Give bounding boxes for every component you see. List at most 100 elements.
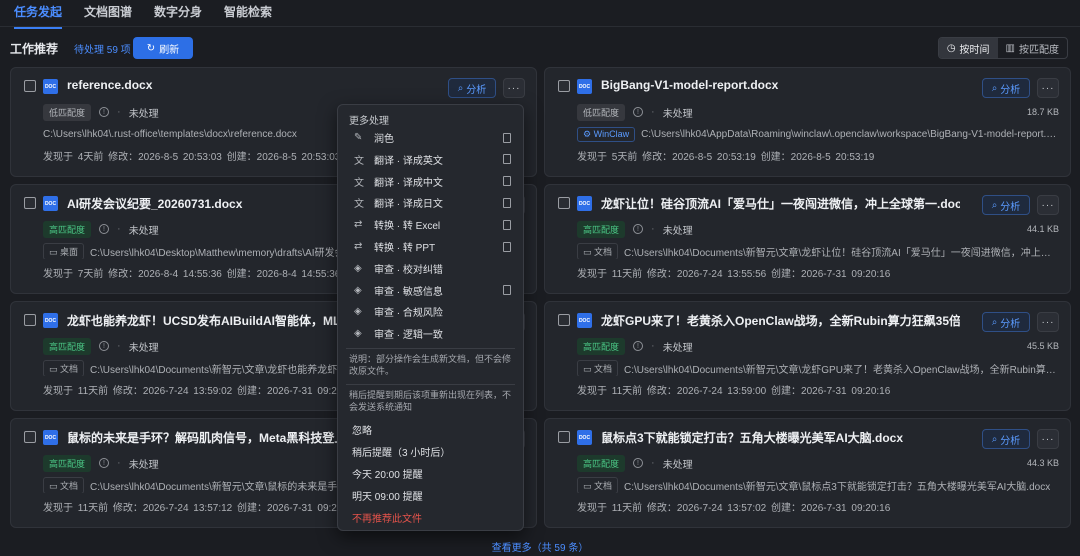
separator-dot: ·	[651, 340, 655, 352]
menu-item[interactable]: ◈ 审查 · 合规风险	[338, 301, 523, 322]
menu-divider	[346, 348, 515, 349]
menu-item-label: 审查 · 敏感信息	[374, 286, 443, 298]
tab-smart-search[interactable]: 智能检索	[224, 0, 272, 28]
docx-file-icon: DOC	[43, 79, 58, 94]
file-title[interactable]: 鼠标点3下就能锁定打击？五角大楼曝光美军AI大脑.docx	[601, 429, 960, 446]
status-text: 未处理	[662, 459, 693, 471]
refresh-button[interactable]: ↻ 刷新	[133, 37, 193, 59]
select-checkbox[interactable]	[558, 431, 570, 443]
sort-by-match-label: 按匹配度	[1019, 44, 1059, 56]
separator-dot: ·	[651, 106, 655, 118]
info-icon[interactable]: !	[633, 224, 644, 234]
file-meta: 发现于 11天前 修改：2026-7-24 13:59:00 创建：2026-7…	[577, 386, 891, 397]
file-path: C:\Users\lhk04\AppData\Roaming\winclaw\.…	[641, 128, 1059, 140]
new-document-icon	[503, 154, 511, 165]
match-badge: 高匹配度	[43, 454, 92, 472]
menu-item-label: 润色	[374, 134, 394, 145]
sort-by-time-button[interactable]: ◷ 按时间	[938, 38, 998, 58]
file-card[interactable]: DOC BigBang-V1-model-report.docx ⌕ 分析 ··· 低匹配…	[544, 67, 1071, 177]
select-checkbox[interactable]	[558, 197, 570, 209]
new-document-icon	[503, 219, 511, 230]
select-checkbox[interactable]	[24, 197, 36, 209]
analyze-label: 分析	[466, 84, 487, 96]
menu-remind-tomorrow[interactable]: 明天 09:00 提醒	[352, 488, 423, 503]
menu-remind-later[interactable]: 稍后提醒（3 小时后）	[352, 444, 450, 459]
match-badge: 低匹配度	[577, 103, 626, 121]
toolbar: 工作推荐 待处理 59 项 ↻ 刷新 ◷ 按时间 ▥ 按匹配度	[10, 37, 1068, 59]
file-card[interactable]: DOC 龙虾让位！硅谷顶流AI「爱马仕」一夜闯进微信，冲上全球第一.docx ⌕ 分析…	[544, 184, 1071, 294]
more-options-button[interactable]: ···	[1037, 429, 1059, 449]
menu-item-icon: 文	[354, 199, 364, 211]
source-tag: ▭ 文档	[43, 477, 85, 493]
menu-stop-recommend[interactable]: 不再推荐此文件	[352, 510, 422, 525]
select-checkbox[interactable]	[558, 80, 570, 92]
analyze-button[interactable]: ⌕分析	[982, 312, 1030, 332]
status-text: 未处理	[128, 225, 159, 237]
new-document-icon	[503, 132, 511, 143]
analyze-button[interactable]: ⌕分析	[982, 78, 1030, 98]
analyze-label: 分析	[1000, 84, 1021, 96]
file-meta: 发现于 11天前 修改：2026-7-24 13:55:56 创建：2026-7…	[577, 269, 891, 280]
menu-item[interactable]: ◈ 审查 · 敏感信息	[338, 280, 523, 301]
menu-item-label: 审查 · 逻辑一致	[374, 330, 443, 342]
more-options-button[interactable]: ···	[503, 78, 525, 98]
menu-item[interactable]: 文翻译 · 译成中文	[338, 171, 523, 192]
menu-item[interactable]: ⇄ 转换 · 转 Excel	[338, 214, 523, 235]
more-options-button[interactable]: ···	[1037, 78, 1059, 98]
file-card[interactable]: DOC 鼠标点3下就能锁定打击？五角大楼曝光美军AI大脑.docx ⌕ 分析 ··· 高匹…	[544, 418, 1071, 528]
search-icon: ⌕	[457, 82, 464, 94]
view-more-link[interactable]: 查看更多（共 59 条）	[0, 539, 1080, 554]
file-title[interactable]: 龙虾让位！硅谷顶流AI「爱马仕」一夜闯进微信，冲上全球第一.docx	[601, 195, 960, 212]
select-checkbox[interactable]	[24, 80, 36, 92]
tab-doc-graph[interactable]: 文档图谱	[84, 0, 132, 28]
menu-item[interactable]: ◈ 审查 · 逻辑一致	[338, 323, 523, 344]
info-icon[interactable]: !	[99, 224, 110, 234]
menu-item-icon: ◈	[354, 284, 362, 296]
select-checkbox[interactable]	[24, 314, 36, 326]
menu-remind-today[interactable]: 今天 20:00 提醒	[352, 466, 423, 481]
match-badge: 低匹配度	[43, 103, 92, 121]
select-checkbox[interactable]	[24, 431, 36, 443]
menu-item[interactable]: 文翻译 · 译成日文	[338, 192, 523, 213]
tab-task-launch[interactable]: 任务发起	[14, 0, 63, 29]
more-actions-menu: 更多处理 ✎ 润色文翻译 · 译成英文文翻译 · 译成中文文翻译 · 译成日文 ⇄ 转…	[337, 104, 524, 531]
info-icon[interactable]: !	[633, 458, 644, 468]
new-document-icon	[503, 241, 511, 252]
docx-file-icon: DOC	[43, 196, 58, 211]
menu-item[interactable]: ◈ 审查 · 校对纠错	[338, 258, 523, 279]
remind-note: 稍后提醒到期后该项重新出现在列表，不会发送系统通知	[349, 390, 512, 412]
info-icon[interactable]: !	[633, 341, 644, 351]
info-icon[interactable]: !	[99, 341, 110, 351]
more-options-button[interactable]: ···	[1037, 195, 1059, 215]
file-title[interactable]: 龙虾GPU来了！老黄杀入OpenClaw战场，全新Rubin算力狂飙35倍.do…	[601, 312, 960, 329]
source-tag: ▭ 文档	[577, 360, 619, 376]
info-icon[interactable]: !	[633, 107, 644, 117]
more-options-button[interactable]: ···	[1037, 312, 1059, 332]
info-icon[interactable]: !	[99, 458, 110, 468]
analyze-button[interactable]: ⌕分析	[982, 195, 1030, 215]
match-badge: 高匹配度	[43, 337, 92, 355]
analyze-button[interactable]: ⌕分析	[448, 78, 496, 98]
file-path: C:\Users\lhk04\Documents\新智元\文章\鼠标点3下就能锁…	[624, 481, 1051, 493]
menu-note: 说明：部分操作会生成新文档，但不会修改原文件。	[349, 354, 512, 376]
file-title[interactable]: BigBang-V1-model-report.docx	[601, 78, 960, 92]
menu-ignore[interactable]: 忽略	[352, 422, 372, 437]
file-meta: 发现于 4天前 修改：2026-8-5 20:53:03 创建：2026-8-5…	[43, 152, 341, 163]
separator-dot: ·	[117, 223, 121, 235]
file-card[interactable]: DOC 龙虾GPU来了！老黄杀入OpenClaw战场，全新Rubin算力狂飙35倍…	[544, 301, 1071, 411]
select-checkbox[interactable]	[558, 314, 570, 326]
info-icon[interactable]: !	[99, 107, 110, 117]
path-row: ▭ 文档 C:\Users\lhk04\Documents\新智元\文章\龙虾GP…	[577, 360, 1059, 376]
source-tag: ▭ 文档	[577, 243, 619, 259]
tab-digital-twin[interactable]: 数字分身	[154, 0, 202, 28]
menu-item-icon: 文	[354, 177, 364, 189]
menu-item-label: 翻译 · 译成中文	[374, 177, 443, 189]
file-title[interactable]: reference.docx	[67, 78, 426, 92]
menu-item[interactable]: ⇄ 转换 · 转 PPT	[338, 236, 523, 257]
analyze-label: 分析	[1000, 435, 1021, 447]
new-document-icon	[503, 176, 511, 187]
menu-item[interactable]: ✎ 润色	[338, 127, 523, 148]
sort-by-match-button[interactable]: ▥ 按匹配度	[998, 38, 1067, 58]
menu-item[interactable]: 文翻译 · 译成英文	[338, 149, 523, 170]
analyze-button[interactable]: ⌕分析	[982, 429, 1030, 449]
